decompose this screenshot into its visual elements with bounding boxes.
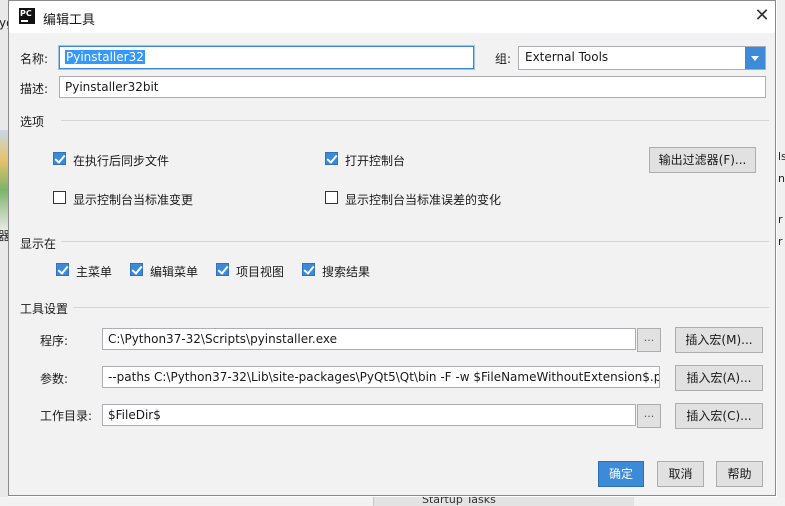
show-in-section-title: 显示在 bbox=[20, 237, 57, 251]
background-text: r bbox=[778, 213, 783, 226]
search-results-checkbox[interactable] bbox=[302, 263, 315, 276]
background-window-left bbox=[0, 0, 8, 506]
insert-macro-program-button[interactable]: 插入宏(M)... bbox=[675, 327, 763, 353]
editor-menu-checkbox[interactable] bbox=[130, 263, 143, 276]
show-on-stderr-checkbox[interactable] bbox=[325, 191, 338, 204]
working-dir-label: 工作目录: bbox=[40, 409, 93, 423]
chevron-down-icon[interactable] bbox=[745, 47, 765, 69]
main-menu-label: 主菜单 bbox=[76, 265, 113, 279]
working-dir-input[interactable]: $FileDir$ bbox=[102, 404, 636, 426]
show-on-stdout-checkbox[interactable] bbox=[53, 191, 66, 204]
background-window-right bbox=[777, 0, 785, 506]
show-on-stderr-label: 显示控制台当标准误差的变化 bbox=[345, 193, 502, 207]
project-view-label: 项目视图 bbox=[236, 265, 285, 279]
arguments-input[interactable]: --paths C:\Python37-32\Lib\site-packages… bbox=[102, 366, 660, 388]
tool-settings-separator bbox=[73, 307, 769, 308]
description-input[interactable]: Pyinstaller32bit bbox=[59, 76, 766, 98]
main-menu-checkbox[interactable] bbox=[56, 263, 69, 276]
insert-macro-working-dir-button[interactable]: 插入宏(C)... bbox=[675, 403, 763, 429]
title-bar: PC 编辑工具 ✕ bbox=[9, 1, 775, 33]
name-input[interactable]: Pyinstaller32 bbox=[59, 46, 474, 69]
help-button[interactable]: 帮助 bbox=[716, 461, 763, 487]
close-icon[interactable]: ✕ bbox=[751, 5, 773, 27]
arguments-label: 参数: bbox=[40, 372, 69, 386]
edit-tool-dialog: PC 编辑工具 ✕ 名称: Pyinstaller32 组: External … bbox=[8, 0, 776, 496]
program-browse-button[interactable]: ... bbox=[637, 328, 661, 352]
group-select[interactable]: External Tools bbox=[518, 46, 766, 70]
sync-files-label: 在执行后同步文件 bbox=[73, 154, 170, 168]
group-label: 组: bbox=[495, 52, 512, 66]
cancel-button[interactable]: 取消 bbox=[657, 461, 704, 487]
program-label: 程序: bbox=[40, 334, 69, 348]
description-label: 描述: bbox=[20, 82, 49, 96]
tool-settings-section-title: 工具设置 bbox=[20, 302, 69, 316]
background-text: ls bbox=[778, 150, 785, 163]
show-in-separator bbox=[61, 241, 769, 242]
pycharm-app-icon: PC bbox=[19, 8, 35, 24]
show-on-stdout-label: 显示控制台当标准变更 bbox=[73, 193, 194, 207]
editor-menu-label: 编辑菜单 bbox=[150, 265, 199, 279]
project-view-checkbox[interactable] bbox=[216, 263, 229, 276]
options-separator bbox=[61, 120, 769, 121]
working-dir-browse-button[interactable]: ... bbox=[637, 404, 661, 428]
background-text: r bbox=[778, 235, 783, 248]
program-input[interactable]: C:\Python37-32\Scripts\pyinstaller.exe bbox=[102, 328, 636, 350]
name-label: 名称: bbox=[20, 52, 49, 66]
insert-macro-arguments-button[interactable]: 插入宏(A)... bbox=[675, 365, 763, 391]
dialog-title: 编辑工具 bbox=[43, 13, 96, 28]
background-text: ne bbox=[778, 172, 785, 185]
open-console-label: 打开控制台 bbox=[345, 154, 406, 168]
background-sidebar-icons bbox=[0, 130, 8, 230]
options-section-title: 选项 bbox=[20, 115, 45, 129]
background-tab: Startup Tasks bbox=[373, 497, 634, 506]
output-filters-button[interactable]: 输出过滤器(F)... bbox=[649, 147, 756, 173]
open-console-checkbox[interactable] bbox=[325, 152, 338, 165]
sync-files-checkbox[interactable] bbox=[53, 152, 66, 165]
search-results-label: 搜索结果 bbox=[322, 265, 371, 279]
ok-button[interactable]: 确定 bbox=[598, 461, 644, 487]
